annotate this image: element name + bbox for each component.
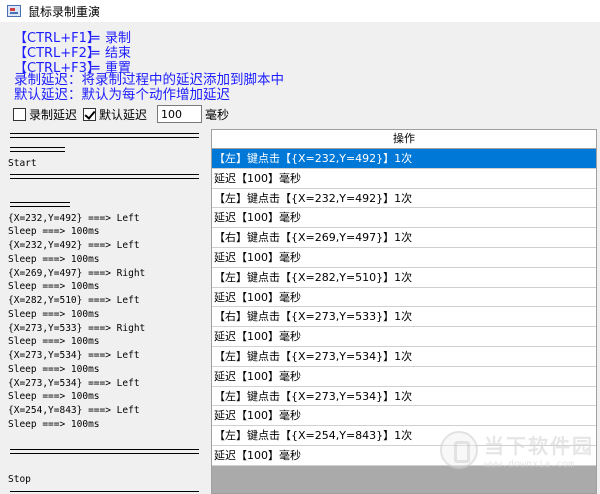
operation-row[interactable]: 【右】键点击【{X=269,Y=497}】1次 [212, 228, 596, 248]
shortcut-list: 【CTRL+F1】= 录制 【CTRL+F2】= 结束 【CTRL+F3】= 重… [14, 31, 131, 76]
delay-value-input[interactable] [157, 105, 203, 123]
log-start: Start [8, 157, 37, 169]
operation-row[interactable]: 延迟【100】毫秒 [212, 208, 596, 229]
log-line: Sleep ===> 100ms [8, 336, 100, 348]
log-line: Sleep ===> 100ms [8, 363, 100, 375]
log-line: {X=273,Y=533} ===> Right [8, 322, 146, 334]
log-line: {X=273,Y=534} ===> Left [8, 377, 140, 389]
delay-unit-label: 毫秒 [205, 107, 230, 122]
operation-row[interactable]: 延迟【100】毫秒 [212, 327, 596, 347]
title-bar: 鼠标录制重演 [0, 0, 600, 22]
log-line: {X=282,Y=510} ===> Left [8, 295, 140, 306]
app-icon [7, 5, 21, 17]
operation-row[interactable]: 延迟【100】毫秒 [212, 168, 596, 189]
log-separator [8, 487, 201, 494]
watermark-logo-icon [440, 431, 478, 469]
log-separator [8, 445, 201, 459]
option-descriptions: 录制延迟：将录制过程中的延迟添加到脚本中 默认延迟：默认为每个动作增加延迟 [14, 73, 284, 103]
log-stop: Stop [8, 473, 31, 485]
operation-row[interactable]: 延迟【100】毫秒 [212, 247, 596, 268]
log-line: {X=254,Y=843} ===> Left [8, 405, 140, 416]
log-line: Sleep ===> 100ms [8, 418, 100, 430]
log-line: Sleep ===> 100ms [8, 226, 100, 238]
log-line: Sleep ===> 100ms [8, 308, 100, 320]
operation-row[interactable]: 【左】键点击【{X=273,Y=534}】1次 [212, 386, 596, 407]
log-separator [8, 143, 201, 157]
record-delay-description: 录制延迟：将录制过程中的延迟添加到脚本中 [14, 72, 284, 88]
log-line: {X=269,Y=497} ===> Right [8, 267, 146, 279]
operations-column-header[interactable]: 操作 [212, 130, 596, 149]
watermark: 当下软件园 www.downxia.com [440, 430, 594, 470]
operation-row[interactable]: 【左】键点击【{X=282,Y=510}】1次 [212, 267, 596, 288]
default-delay-description: 默认延迟：默认为每个动作增加延迟 [14, 87, 230, 103]
log-separator [8, 198, 201, 212]
log-line: {X=273,Y=534} ===> Left [8, 350, 140, 361]
operation-row[interactable]: 【左】键点击【{X=273,Y=534}】1次 [212, 346, 596, 367]
shortcut-record: 【CTRL+F1】= 录制 [14, 31, 131, 46]
shortcut-key: 【CTRL+F1】 [14, 31, 100, 46]
operation-row[interactable]: 【右】键点击【{X=273,Y=533}】1次 [212, 307, 596, 328]
record-delay-checkbox[interactable] [13, 107, 26, 121]
operation-row[interactable]: 延迟【100】毫秒 [212, 287, 596, 308]
shortcut-stop: 【CTRL+F2】= 结束 [14, 46, 131, 61]
record-delay-label[interactable]: 录制延迟 [29, 106, 77, 123]
recording-log[interactable]: Start {X=232,Y=492} ===> Left Sleep ===>… [8, 129, 201, 494]
operation-row[interactable]: 延迟【100】毫秒 [212, 406, 596, 427]
operation-row[interactable]: 【左】键点击【{X=232,Y=492}】1次 [212, 188, 596, 209]
log-line: {X=232,Y=492} ===> Left [8, 212, 140, 224]
log-separator [8, 170, 201, 184]
watermark-url: www.downxia.com [484, 459, 575, 470]
window-title: 鼠标录制重演 [28, 4, 101, 19]
operation-row[interactable]: 延迟【100】毫秒 [212, 366, 596, 387]
log-separator [8, 129, 201, 143]
log-line: Sleep ===> 100ms [8, 391, 100, 403]
log-line: Sleep ===> 100ms [8, 281, 100, 293]
log-line: Sleep ===> 100ms [8, 253, 100, 265]
shortcut-key: 【CTRL+F2】 [14, 46, 100, 61]
log-line: {X=232,Y=492} ===> Left [8, 240, 140, 251]
shortcut-action: = 录制 [90, 31, 132, 46]
default-delay-checkbox[interactable] [83, 107, 97, 121]
operation-row[interactable]: 【左】键点击【{X=232,Y=492}】1次 [212, 149, 596, 169]
watermark-brand: 当下软件园 [484, 434, 594, 458]
shortcut-action: = 结束 [90, 46, 132, 61]
default-delay-label[interactable]: 默认延迟 [99, 106, 147, 123]
options-bar: 录制延迟 默认延迟 毫秒 [13, 105, 230, 123]
